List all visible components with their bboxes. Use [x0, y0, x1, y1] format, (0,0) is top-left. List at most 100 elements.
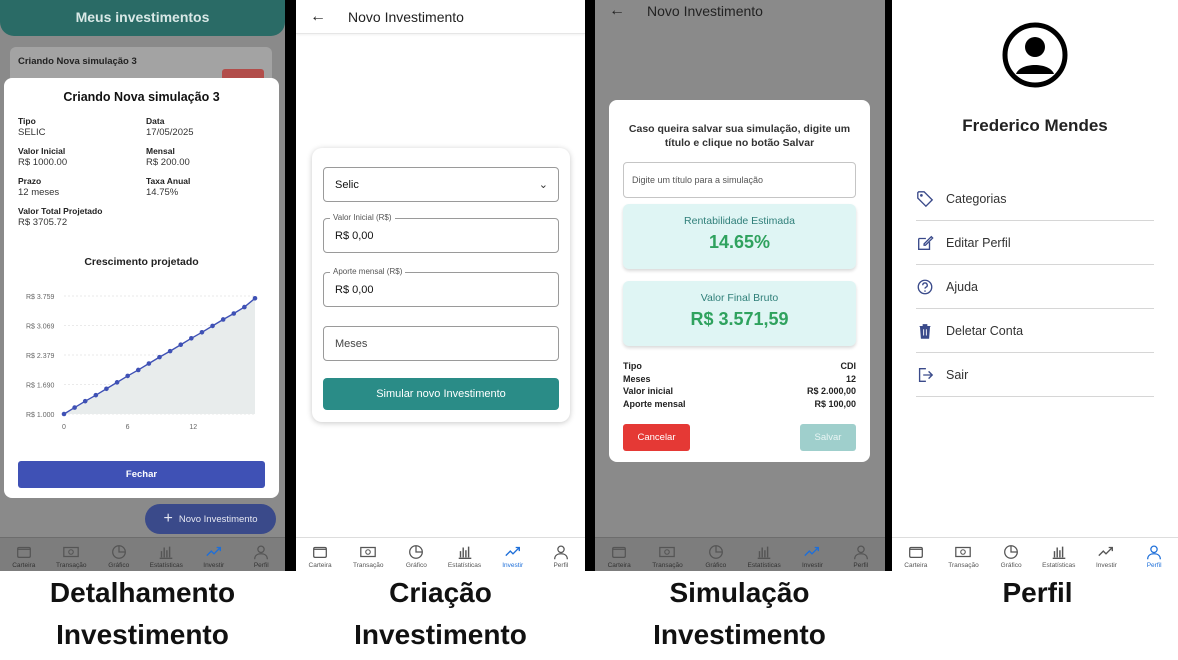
data-point	[199, 330, 205, 335]
detail-value: R$ 3705.72	[18, 217, 68, 228]
nav-item-trending-up[interactable]: Investir	[789, 543, 835, 569]
wallet-icon	[612, 546, 627, 559]
detail-value: SELIC	[18, 127, 46, 138]
initial-value-field[interactable]: Valor Inicial (R$) R$ 0,00	[323, 212, 559, 253]
summary-value: CDI	[840, 361, 857, 371]
nav-item-wallet[interactable]: Carteira	[596, 543, 642, 569]
nav-item-bar-chart[interactable]: Estatísticas	[143, 543, 189, 569]
nav-item-bar-chart[interactable]: Estatísticas	[741, 543, 787, 569]
nav-label: Transação	[652, 562, 683, 569]
simulation-title-input[interactable]: Digite um título para a simulação	[623, 162, 856, 198]
nav-item-pie-chart[interactable]: Gráfico	[96, 543, 142, 569]
months-field[interactable]: Meses	[323, 326, 559, 361]
divider	[585, 0, 595, 571]
summary-row: Meses 12	[623, 373, 856, 386]
data-point	[242, 304, 247, 310]
menu-item-edit-profile[interactable]: Editar Perfil	[916, 221, 1154, 265]
menu-item-label: Ajuda	[946, 279, 978, 294]
money-icon	[63, 546, 80, 558]
detail-value: R$ 1000.00	[18, 157, 68, 168]
data-point	[189, 335, 194, 341]
detail-value: 17/05/2025	[146, 127, 194, 138]
screen-create-investment: ← Novo Investimento Selic ⌄ Valor Inicia…	[296, 0, 585, 571]
help-icon	[917, 279, 933, 294]
menu-item-delete-account[interactable]: Deletar Conta	[916, 309, 1154, 353]
menu-item-help[interactable]: Ajuda	[916, 265, 1154, 309]
menu-item-label: Editar Perfil	[946, 235, 1011, 250]
summary-value: 12	[845, 373, 856, 384]
nav-item-wallet[interactable]: Carteira	[1, 543, 47, 569]
trending-up-icon	[206, 546, 221, 557]
monthly-value-field[interactable]: Aporte mensal (R$) R$ 0,00	[323, 266, 559, 307]
modal-actions: Cancelar Salvar	[623, 424, 856, 451]
summary-label: Valor inicial	[623, 386, 674, 396]
investment-card-title: Criando Nova simulação 3	[18, 56, 137, 67]
nav-item-trending-up[interactable]: Investir	[191, 543, 237, 569]
detail-term: Prazo 12 meses	[18, 176, 146, 198]
menu-item-logout[interactable]: Sair	[916, 353, 1154, 397]
bottom-nav: Carteira Transação Gráfico Estatísticas Inve…	[892, 537, 1178, 571]
nav-item-person[interactable]: Perfil	[538, 543, 584, 569]
nav-item-money[interactable]: Transação	[940, 543, 986, 569]
menu-item-categories[interactable]: Categorias	[916, 177, 1154, 221]
nav-item-trending-up[interactable]: Investir	[490, 543, 536, 569]
back-arrow-icon[interactable]: ←	[310, 8, 326, 26]
bar-chart-icon	[159, 546, 173, 560]
summary-label: Meses	[623, 373, 651, 384]
detail-initial: Valor Inicial R$ 1000.00	[18, 146, 146, 168]
nav-item-pie-chart[interactable]: Gráfico	[693, 543, 739, 569]
nav-item-money[interactable]: Transação	[48, 543, 94, 569]
back-arrow-icon[interactable]: ←	[609, 1, 625, 21]
new-investment-button[interactable]: + Novo Investimento	[145, 504, 276, 534]
simulate-button[interactable]: Simular novo Investimento	[323, 378, 559, 410]
nav-item-wallet[interactable]: Carteira	[297, 543, 343, 569]
data-point	[157, 354, 162, 360]
summary-row: Valor inicial R$ 2.000,00	[623, 385, 856, 398]
new-investment-label: Novo Investimento	[178, 513, 258, 525]
data-point	[231, 311, 237, 316]
nav-item-person[interactable]: Perfil	[838, 543, 884, 569]
nav-item-money[interactable]: Transação	[644, 543, 690, 569]
close-button[interactable]: Fechar	[18, 461, 265, 488]
trending-up-icon	[1098, 546, 1114, 557]
screen-simulation: ← Novo Investimento Caso queira salvar s…	[595, 0, 885, 571]
chart-title: Crescimento projetado	[84, 256, 199, 268]
nav-item-bar-chart[interactable]: Estatísticas	[1036, 543, 1082, 569]
nav-label: Estatísticas	[1042, 562, 1076, 569]
nav-item-person[interactable]: Perfil	[238, 543, 284, 569]
nav-label: Investir	[502, 562, 524, 569]
profile-name: Frederico Mendes	[962, 116, 1108, 135]
logout-icon	[918, 367, 934, 382]
save-button[interactable]: Salvar	[800, 424, 856, 451]
nav-item-bar-chart[interactable]: Estatísticas	[442, 543, 488, 569]
detail-label: Data	[146, 116, 165, 126]
bottom-nav: Carteira Transação Gráfico Estatísticas Inve…	[296, 537, 585, 571]
money-icon	[360, 546, 377, 558]
type-select[interactable]: Selic ⌄	[323, 167, 559, 202]
final-value-amount: R$ 3.571,59	[690, 309, 789, 329]
summary-row: Tipo CDI	[623, 360, 856, 373]
nav-item-trending-up[interactable]: Investir	[1083, 543, 1129, 569]
detail-type: Tipo SELIC	[18, 116, 146, 138]
summary-value: R$ 2.000,00	[806, 386, 856, 396]
data-point	[135, 367, 141, 373]
nav-item-wallet[interactable]: Carteira	[893, 543, 939, 569]
cancel-button[interactable]: Cancelar	[623, 424, 690, 451]
pie-chart-icon	[708, 545, 723, 559]
nav-label: Investir	[801, 562, 823, 569]
top-bar: ← Novo Investimento	[296, 0, 585, 34]
y-tick-label: R$ 1.690	[26, 383, 55, 390]
nav-item-person[interactable]: Perfil	[1131, 543, 1177, 569]
menu-item-label: Categorias	[946, 191, 1007, 206]
nav-item-pie-chart[interactable]: Gráfico	[988, 543, 1034, 569]
nav-label: Estatísticas	[447, 562, 482, 569]
pie-chart-icon	[111, 545, 126, 559]
detail-label: Valor Inicial	[18, 146, 66, 156]
nav-item-pie-chart[interactable]: Gráfico	[393, 543, 439, 569]
bottom-nav: Carteira Transação Gráfico Estatísticas Inve…	[0, 537, 285, 571]
person-icon	[254, 545, 269, 560]
caption-detail: Detalhamento Investimento	[49, 577, 236, 650]
bar-chart-icon	[757, 546, 771, 560]
nav-label: Carteira	[904, 562, 928, 569]
nav-item-money[interactable]: Transação	[345, 543, 391, 569]
